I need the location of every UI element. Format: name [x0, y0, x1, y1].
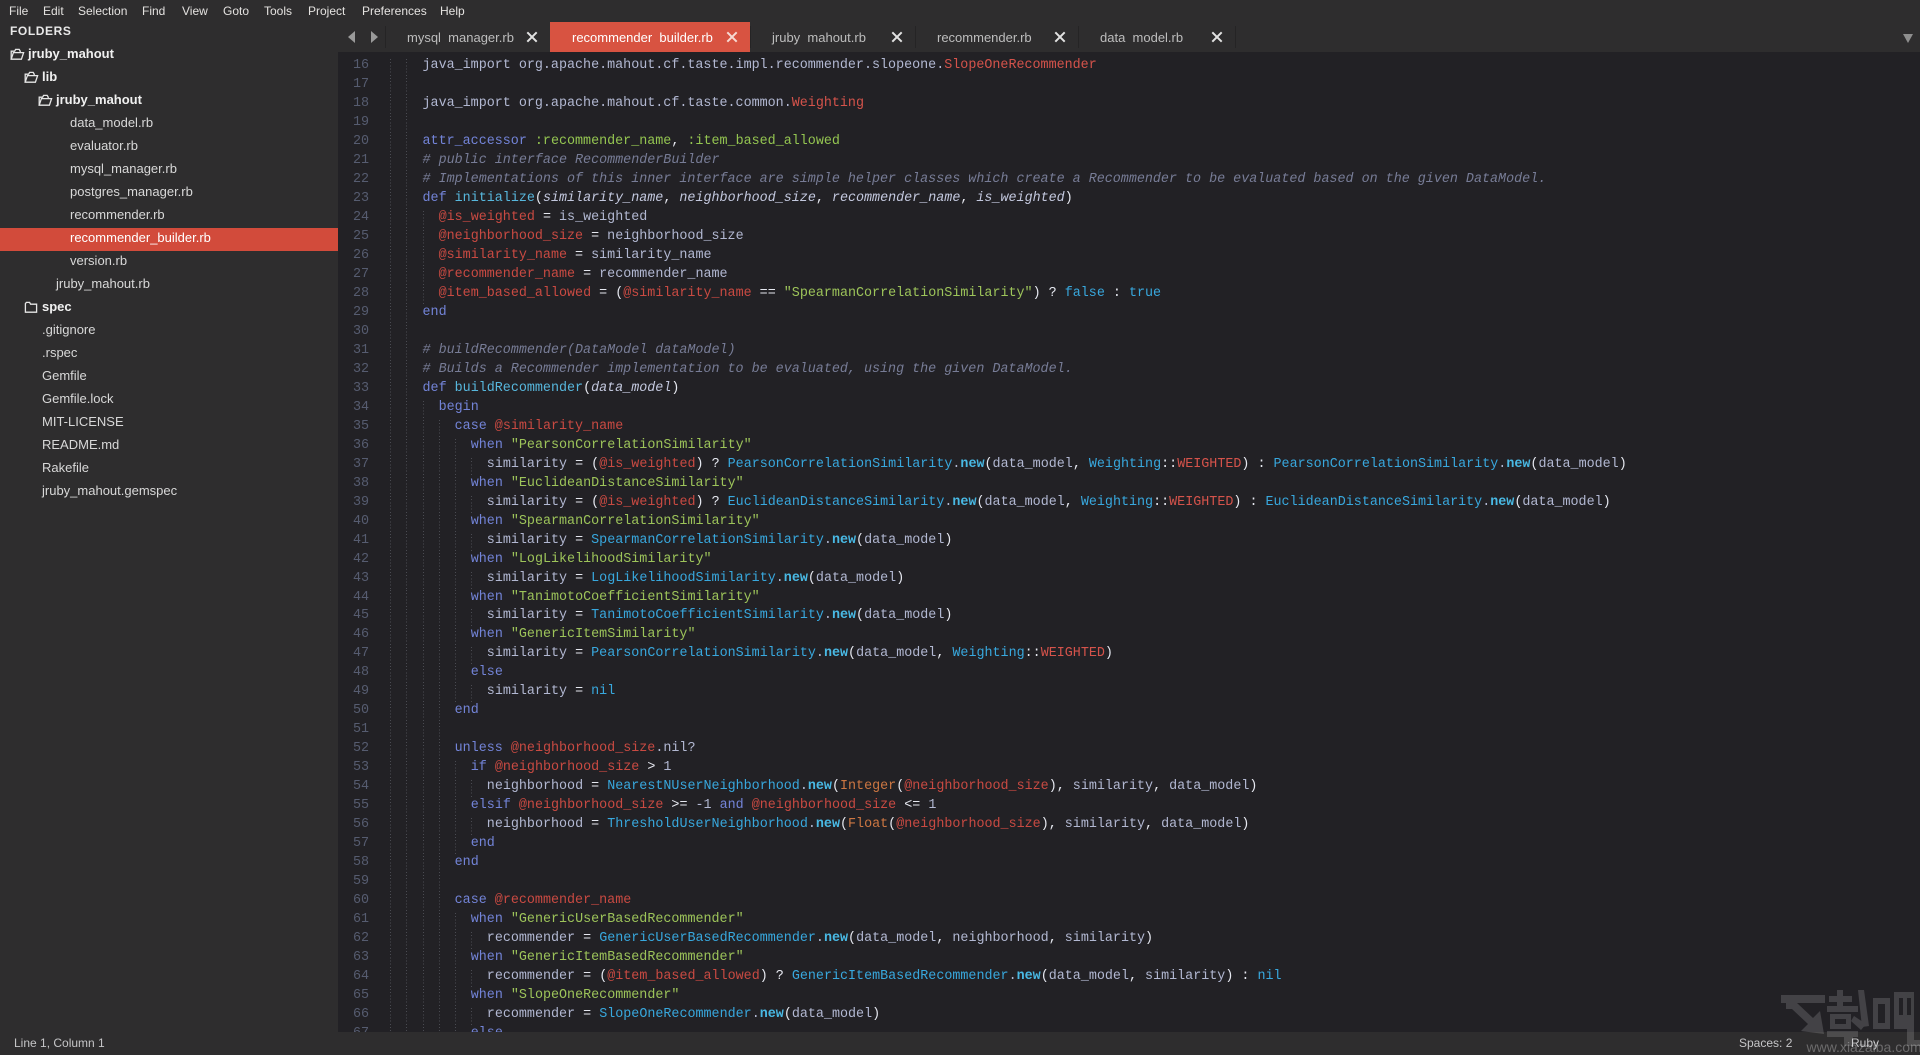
- svg-text:www.xiazaiba.com: www.xiazaiba.com: [1806, 1039, 1920, 1055]
